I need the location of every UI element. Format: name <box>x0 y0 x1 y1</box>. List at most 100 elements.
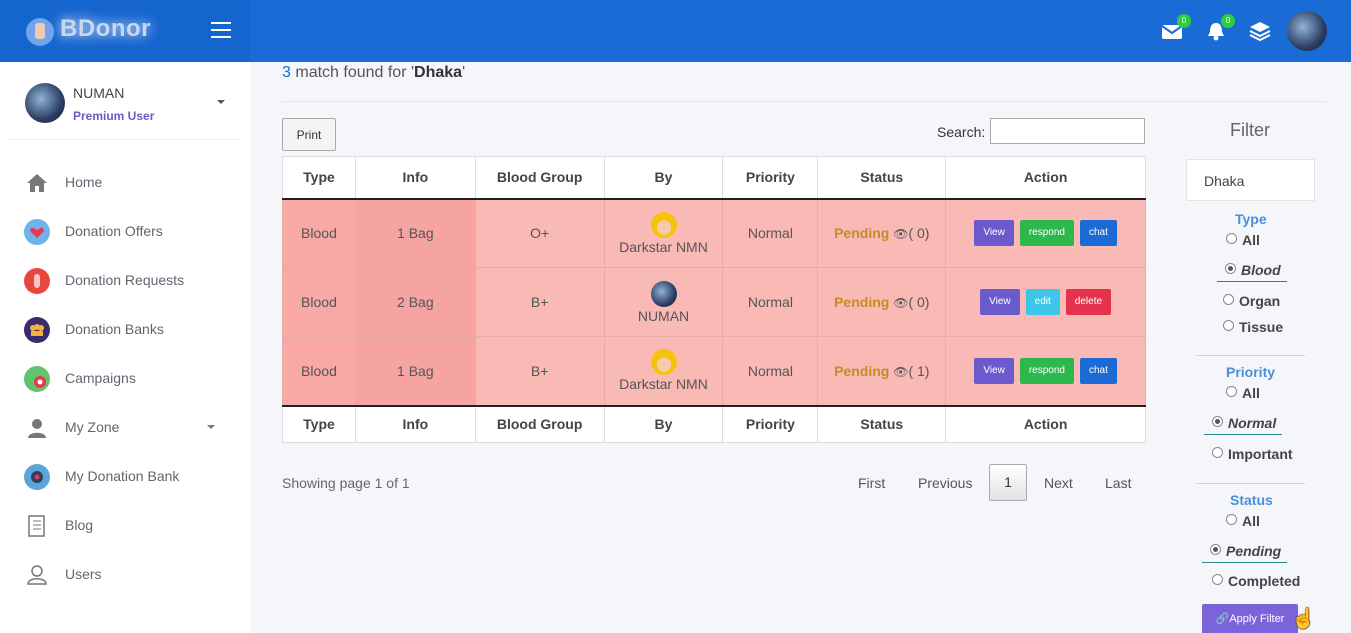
column-footer: Status <box>817 404 947 443</box>
chevron-down-icon[interactable] <box>217 100 225 104</box>
respond-button[interactable]: respond <box>1019 220 1074 247</box>
type-option-all[interactable]: All <box>1226 232 1260 248</box>
avatar <box>650 280 677 307</box>
campaign-icon <box>24 366 50 392</box>
priority-filter-title: Priority <box>1226 364 1276 380</box>
sidebar-item-label: My Donation Bank <box>65 468 180 484</box>
sidebar-user-panel[interactable]: NUMAN Premium User <box>10 72 240 140</box>
chevron-down-icon[interactable] <box>207 425 215 429</box>
menu-toggle-icon[interactable] <box>211 22 231 38</box>
view-button[interactable]: View <box>974 220 1014 247</box>
brand[interactable]: BDonor <box>0 0 250 62</box>
column-header[interactable]: Priority <box>722 156 819 200</box>
sidebar-item-label: Donation Banks <box>65 321 164 337</box>
eye-icon: 👁 <box>893 227 909 242</box>
pagination-previous[interactable]: Previous <box>918 475 972 491</box>
search-input[interactable] <box>990 118 1145 144</box>
by-name[interactable]: Darkstar NMN <box>619 376 708 392</box>
status-badge: Pending <box>834 362 890 379</box>
column-footer: Type <box>282 404 356 443</box>
sidebar-item-my-zone[interactable]: My Zone <box>24 413 234 443</box>
column-footer: Info <box>354 404 476 443</box>
option-label: Tissue <box>1239 319 1284 335</box>
column-header[interactable]: Info <box>354 156 476 200</box>
by-cell: NUMAN <box>603 267 724 337</box>
view-button[interactable]: View <box>974 357 1014 384</box>
location-filter-input[interactable]: Dhaka <box>1186 159 1315 201</box>
column-header[interactable]: Status <box>817 156 947 200</box>
chat-button[interactable]: chat <box>1079 220 1117 247</box>
sidebar-item-donation-requests[interactable]: Donation Requests <box>24 266 234 296</box>
radio-icon <box>1226 514 1237 525</box>
view-button[interactable]: View <box>980 289 1020 315</box>
column-header[interactable]: By <box>603 156 724 200</box>
notification-count-badge: 0 <box>1221 14 1235 28</box>
sidebar-item-my-donation-bank[interactable]: My Donation Bank <box>24 462 234 492</box>
results-count: 3 <box>282 64 291 81</box>
sidebar-item-campaigns[interactable]: Campaigns <box>24 364 234 394</box>
sidebar-item-label: Donation Offers <box>65 223 163 239</box>
info-cell: 2 Bag <box>354 267 476 337</box>
results-summary: 3 match found for 'Dhaka' <box>282 64 465 82</box>
edit-button[interactable]: edit <box>1025 289 1060 315</box>
priority-cell: Normal <box>722 267 819 337</box>
pagination-last[interactable]: Last <box>1105 475 1131 491</box>
pagination-info: Showing page 1 of 1 <box>282 475 410 491</box>
eye-icon: 👁 <box>893 296 909 310</box>
status-cell: Pending 👁( 0) <box>817 267 947 337</box>
priority-option-important[interactable]: Important <box>1212 446 1293 462</box>
pagination-next[interactable]: Next <box>1044 475 1073 491</box>
option-label: Blood <box>1241 262 1281 278</box>
mail-icon[interactable]: 0 <box>1161 14 1191 42</box>
priority-option-all[interactable]: All <box>1226 385 1260 401</box>
status-option-completed[interactable]: Completed <box>1212 573 1300 589</box>
radio-icon <box>1223 294 1234 305</box>
eye-icon: 👁 <box>893 364 909 379</box>
radio-icon <box>1226 386 1237 397</box>
status-option-all[interactable]: All <box>1226 513 1260 529</box>
column-header[interactable]: Blood Group <box>474 156 605 200</box>
type-option-tissue[interactable]: Tissue <box>1223 319 1283 335</box>
avatar <box>650 349 677 376</box>
sidebar-item-donation-banks[interactable]: Donation Banks <box>24 315 234 345</box>
apply-filter-button[interactable]: 🔗Apply Filter <box>1202 604 1298 633</box>
status-option-pending[interactable]: Pending <box>1201 543 1288 563</box>
user-icon <box>24 415 50 441</box>
by-cell: Darkstar NMN <box>603 198 724 268</box>
status-cell: Pending 👁( 1) <box>817 336 947 406</box>
requests-table: Type Info Blood Group By Priority Status… <box>282 156 1146 443</box>
sidebar-item-home[interactable]: Home <box>24 168 234 198</box>
user-name: NUMAN <box>73 85 125 101</box>
sidebar-item-users[interactable]: Users <box>24 560 234 590</box>
layers-icon[interactable] <box>1249 20 1271 42</box>
chat-button[interactable]: chat <box>1079 357 1117 384</box>
by-name[interactable]: NUMAN <box>638 308 689 324</box>
sidebar-item-donation-offers[interactable]: Donation Offers <box>24 217 234 247</box>
blood-group-cell: B+ <box>474 336 605 406</box>
bell-icon[interactable]: 0 <box>1205 14 1235 42</box>
type-option-blood[interactable]: Blood <box>1217 262 1287 282</box>
by-name[interactable]: Darkstar NMN <box>619 239 708 255</box>
column-footer: Priority <box>722 404 819 443</box>
respond-button[interactable]: respond <box>1019 357 1074 384</box>
column-header[interactable]: Type <box>282 156 356 200</box>
type-option-organ[interactable]: Organ <box>1223 293 1280 309</box>
column-footer: By <box>603 404 724 443</box>
status-badge: Pending <box>834 294 890 310</box>
column-header[interactable]: Action <box>945 156 1146 200</box>
option-label: All <box>1242 232 1260 248</box>
sidebar-item-blog[interactable]: Blog <box>24 511 234 541</box>
pagination-current-page[interactable]: 1 <box>989 464 1027 501</box>
table-row: Blood 1 Bag O+ Darkstar NMN Normal Pendi… <box>282 198 1146 268</box>
avatar <box>25 83 65 123</box>
user-avatar[interactable] <box>1287 11 1327 51</box>
priority-option-normal[interactable]: Normal <box>1203 415 1283 435</box>
blood-group-cell: O+ <box>474 198 605 268</box>
radio-icon <box>1223 320 1234 331</box>
sidebar-item-label: Donation Requests <box>65 272 185 288</box>
print-button[interactable]: Print <box>282 118 336 151</box>
pagination-first[interactable]: First <box>858 475 885 491</box>
radio-checked-icon <box>1210 544 1221 555</box>
delete-button[interactable]: delete <box>1065 289 1112 315</box>
table-header-row: Type Info Blood Group By Priority Status… <box>282 156 1146 200</box>
